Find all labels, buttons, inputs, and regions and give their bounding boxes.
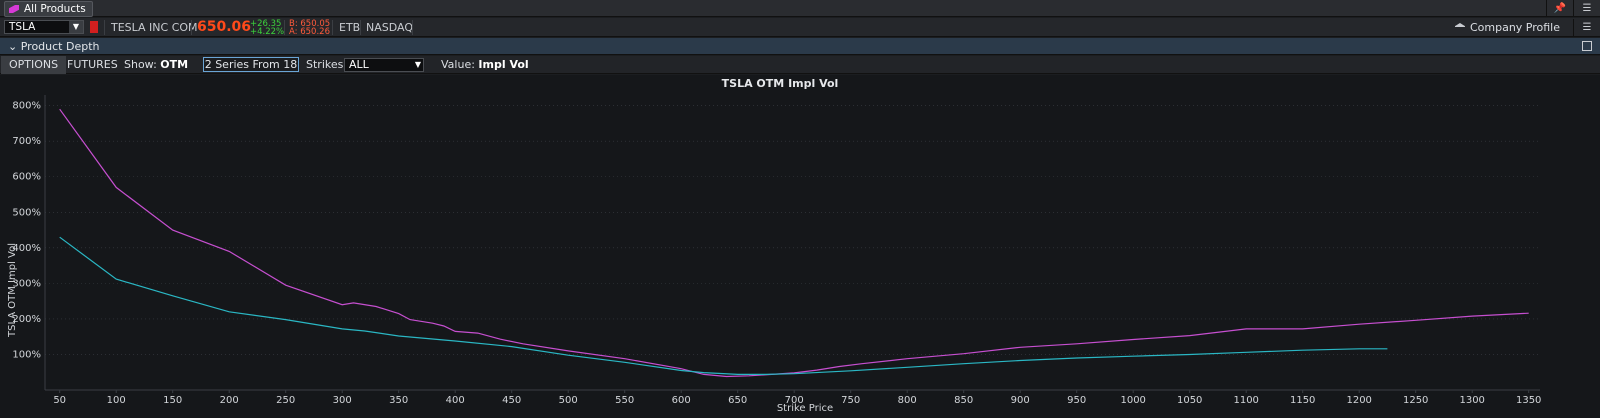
chevron-down-icon: ▼ — [414, 60, 421, 69]
strikes-value: ALL — [349, 58, 369, 71]
all-products-button[interactable]: All Products — [4, 1, 93, 17]
series-line-2 — [59, 236, 1388, 375]
x-tick-label: 550 — [615, 395, 634, 406]
show-value: OTM — [160, 58, 189, 71]
popout-icon[interactable] — [1582, 41, 1592, 51]
etb-badge: ETB — [339, 21, 361, 34]
y-tick-label: 500% — [12, 207, 41, 218]
x-tick-label: 350 — [389, 395, 408, 406]
value-label: Value: — [441, 58, 475, 71]
quote-bar: TSLA ▼ TESLA INC COM 650.06 +26.35 +4.22… — [0, 18, 1600, 37]
y-tick-label: 700% — [12, 136, 41, 147]
alert-flag-icon[interactable] — [90, 21, 98, 33]
x-tick-label: 800 — [898, 395, 917, 406]
percent-change: +4.22% — [250, 27, 285, 37]
company-profile-label: Company Profile — [1469, 21, 1560, 34]
divider — [412, 20, 413, 35]
value-selector[interactable]: Value: Impl Vol — [433, 56, 537, 74]
ask-price: A: 650.26 — [289, 27, 330, 37]
show-selector[interactable]: Show: OTM — [116, 56, 196, 74]
x-tick-label: 650 — [728, 395, 747, 406]
chart-panel: TSLA OTM Impl Vol 50 100 150 200 250 300 350 40… — [0, 75, 1600, 418]
divider — [284, 20, 285, 35]
section-header[interactable]: ⌄ Product Depth — [0, 38, 1600, 55]
x-tick-label: 1200 — [1346, 395, 1371, 406]
change-values: +26.35 +4.22% — [250, 20, 285, 37]
x-tick-label: 1050 — [1177, 395, 1202, 406]
divider — [332, 20, 333, 35]
company-name: TESLA INC COM — [111, 21, 198, 34]
menu-icon[interactable]: ☰ — [1573, 0, 1600, 17]
series-line-1 — [59, 108, 1529, 378]
pin-icon[interactable]: 📌 — [1546, 0, 1573, 17]
divider — [104, 20, 105, 35]
x-tick-label: 1300 — [1459, 395, 1484, 406]
chart-title: TSLA OTM Impl Vol — [722, 77, 839, 90]
menu-icon[interactable]: ☰ — [1573, 19, 1600, 36]
chevron-down-icon[interactable]: ▼ — [69, 21, 83, 33]
all-products-label: All Products — [24, 3, 86, 15]
last-price: 650.06 — [197, 19, 252, 35]
chart-grid — [44, 95, 1540, 393]
y-tick-label: 100% — [12, 349, 41, 360]
x-tick-label: 150 — [163, 395, 182, 406]
x-tick-label: 300 — [333, 395, 352, 406]
x-tick-label: 1150 — [1290, 395, 1315, 406]
x-tick-label: 500 — [559, 395, 578, 406]
x-tick-label: 100 — [107, 395, 126, 406]
x-tick-label: 1350 — [1516, 395, 1541, 406]
section-title: ⌄ Product Depth — [8, 40, 100, 53]
x-tick-label: 900 — [1011, 395, 1030, 406]
x-tick-label: 1100 — [1233, 395, 1258, 406]
symbol-input[interactable]: TSLA ▼ — [4, 20, 84, 34]
company-profile-button[interactable]: Company Profile — [1454, 18, 1560, 37]
series-selector[interactable]: 2 Series From 18 — [203, 57, 299, 72]
x-tick-label: 450 — [502, 395, 521, 406]
x-tick-label: 400 — [446, 395, 465, 406]
x-tick-label: 750 — [841, 395, 860, 406]
x-tick-label: 1250 — [1403, 395, 1428, 406]
tag-icon — [9, 5, 19, 13]
y-axis-label: TSLA OTM Impl Vol — [7, 243, 18, 338]
value-value: Impl Vol — [478, 58, 529, 71]
chart-lines — [59, 108, 1529, 378]
show-label: Show: — [124, 58, 157, 71]
x-tick-label: 600 — [672, 395, 691, 406]
x-tick-label: 250 — [276, 395, 295, 406]
top-toolbar: All Products 📌 ☰ — [0, 0, 1600, 17]
x-tick-label: 200 — [220, 395, 239, 406]
exchange-label: NASDAQ — [366, 21, 414, 34]
y-tick-label: 600% — [12, 172, 41, 183]
x-tick-label: 50 — [53, 395, 66, 406]
x-axis-label: Strike Price — [777, 403, 833, 414]
strikes-select[interactable]: ALL ▼ — [344, 58, 424, 72]
symbol-value: TSLA — [9, 21, 36, 33]
divider — [360, 20, 361, 35]
controls-bar: OPTIONS FUTURES Show: OTM 2 Series From … — [0, 56, 1600, 74]
divider — [191, 20, 192, 35]
x-tick-label: 1000 — [1120, 395, 1145, 406]
bank-icon — [1454, 23, 1465, 28]
tab-options[interactable]: OPTIONS — [1, 56, 67, 74]
section-title-text: Product Depth — [20, 40, 100, 53]
bid-ask-values: B: 650.05 A: 650.26 — [289, 20, 330, 37]
x-tick-label: 850 — [954, 395, 973, 406]
y-tick-label: 800% — [12, 101, 41, 112]
x-tick-label: 950 — [1067, 395, 1086, 406]
impl-vol-chart: TSLA OTM Impl Vol 50 100 150 200 250 300 350 40… — [7, 77, 1541, 414]
